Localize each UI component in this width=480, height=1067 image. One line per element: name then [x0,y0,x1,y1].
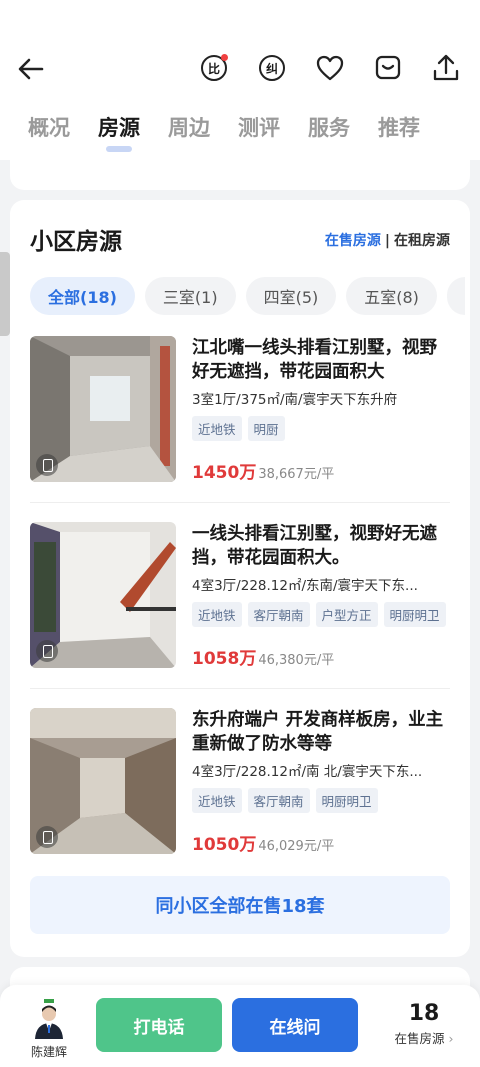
community-listings-card: 小区房源 在售房源 | 在租房源 全部(18) 三室(1) 四室(5) 五室(8) … [10,200,470,957]
vr-icon [36,640,58,662]
listing-tag: 户型方正 [315,602,378,627]
listing-price: 1058万 46,380元/平 [192,644,334,669]
listing-photo[interactable] [30,522,176,668]
listing-title: 江北嘴一线头排看江别墅，视野好无遮挡，带花园面积大 [192,338,437,382]
listing-price: 1450万 38,667元/平 [192,458,334,483]
side-scroll-handle[interactable] [0,252,10,336]
listing-photo[interactable] [30,708,176,854]
tab-nearby[interactable]: 周边 [168,112,210,142]
listing-tag: 近地铁 [192,602,242,627]
vr-icon [36,454,58,476]
filter-all[interactable]: 全部(18) [30,277,135,315]
tab-listings[interactable]: 房源 [98,112,140,152]
listing-tag: 客厅朝南 [247,602,310,627]
agent-profile[interactable]: 陈建辉 [26,999,72,1060]
listing-tag: 明厨明卫 [315,788,378,813]
chevron-right-icon: › [448,1031,454,1046]
view-all-listings-button[interactable]: 同小区全部在售18套 [30,876,450,934]
listing-item[interactable]: 江北嘴一线头排看江别墅，视野好无遮挡，带花园面积大 3室1厅/375㎡/南/寰宇… [30,336,450,484]
listing-title: 一线头排看江别墅，视野好无遮挡，带花园面积大。 [192,524,437,568]
listing-info: 东升府端户 开发商样板房，业主重新做了防水等等 4室3厅/228.12㎡/南 北… [192,708,450,813]
listing-tag: 明厨 [247,416,285,441]
switch-separator: | [384,233,390,249]
filter-5-rooms[interactable]: 五室(8) [346,277,437,315]
for-rent-toggle[interactable]: 在租房源 [394,233,450,249]
favorite-heart-icon[interactable] [314,52,346,84]
onsale-count: 18 [408,1001,440,1026]
listing-item[interactable]: 东升府端户 开发商样板房，业主重新做了防水等等 4室3厅/228.12㎡/南 北… [30,708,450,856]
for-sale-toggle[interactable]: 在售房源 [325,233,381,249]
listing-tag: 近地铁 [192,788,242,813]
top-actions: 比 纠 [198,52,462,84]
listing-info: 江北嘴一线头排看江别墅，视野好无遮挡，带花园面积大 3室1厅/375㎡/南/寰宇… [192,336,450,441]
tab-review[interactable]: 测评 [238,112,280,142]
top-bar: 比 纠 概况 房源 周边 测评 服务 推荐 [0,0,480,160]
compare-icon[interactable]: 比 [198,52,230,84]
section-title: 小区房源 [30,229,122,255]
listing-tags: 近地铁 客厅朝南 户型方正 明厨明卫 [192,602,450,627]
online-chat-button[interactable]: 在线问 [232,998,358,1052]
unit-price: 46,029元/平 [258,839,335,854]
listing-tags: 近地铁 明厨 [192,416,450,441]
message-icon[interactable] [372,52,404,84]
onsale-label-text: 在售房源 [394,1031,445,1046]
listing-tag: 客厅朝南 [247,788,310,813]
divider [30,688,450,689]
notification-dot [221,54,228,61]
vr-icon [36,826,58,848]
back-arrow-icon[interactable] [16,54,46,84]
listing-meta: 4室3厅/228.12㎡/南 北/寰宇天下东... [192,764,423,780]
tab-service[interactable]: 服务 [308,112,350,142]
total-price: 1450万 [192,463,257,483]
listing-tag: 明厨明卫 [383,602,446,627]
sale-rent-switch: 在售房源 | 在租房源 [325,230,450,250]
agent-name: 陈建辉 [30,1045,67,1059]
tab-recommend[interactable]: 推荐 [378,112,420,142]
correction-icon[interactable]: 纠 [256,52,288,84]
call-button[interactable]: 打电话 [96,998,222,1052]
unit-price: 38,667元/平 [258,467,335,482]
divider [30,502,450,503]
listing-price: 1050万 46,029元/平 [192,830,334,855]
section-tabs: 概况 房源 周边 测评 服务 推荐 [28,112,420,152]
filter-3-rooms[interactable]: 三室(1) [144,277,236,315]
total-price: 1058万 [192,649,257,669]
unit-price: 46,380元/平 [258,653,335,668]
listing-tag: 近地铁 [192,416,242,441]
listing-meta: 3室1厅/375㎡/南/寰宇天下东升府 [192,392,398,408]
filter-more-partial[interactable] [446,277,465,315]
share-icon[interactable] [430,52,462,84]
tab-overview[interactable]: 概况 [28,112,70,142]
listing-meta: 4室3厅/228.12㎡/东南/寰宇天下东... [192,578,418,594]
listing-tags: 近地铁 客厅朝南 明厨明卫 [192,788,450,813]
total-price: 1050万 [192,835,257,855]
listing-info: 一线头排看江别墅，视野好无遮挡，带花园面积大。 4室3厅/228.12㎡/东南/… [192,522,450,627]
filter-4-rooms[interactable]: 四室(5) [245,277,337,315]
onsale-label: 在售房源 › [384,1028,464,1047]
bottom-action-bar: 陈建辉 打电话 在线问 18 在售房源 › [0,985,480,1067]
onsale-listings-link[interactable]: 18 在售房源 › [384,1001,464,1047]
listing-title: 东升府端户 开发商样板房，业主重新做了防水等等 [192,710,444,754]
listing-item[interactable]: 一线头排看江别墅，视野好无遮挡，带花园面积大。 4室3厅/228.12㎡/东南/… [30,522,450,670]
agent-avatar [32,999,66,1039]
listing-photo[interactable] [30,336,176,482]
room-filter-chips: 全部(18) 三室(1) 四室(5) 五室(8) [30,277,465,315]
